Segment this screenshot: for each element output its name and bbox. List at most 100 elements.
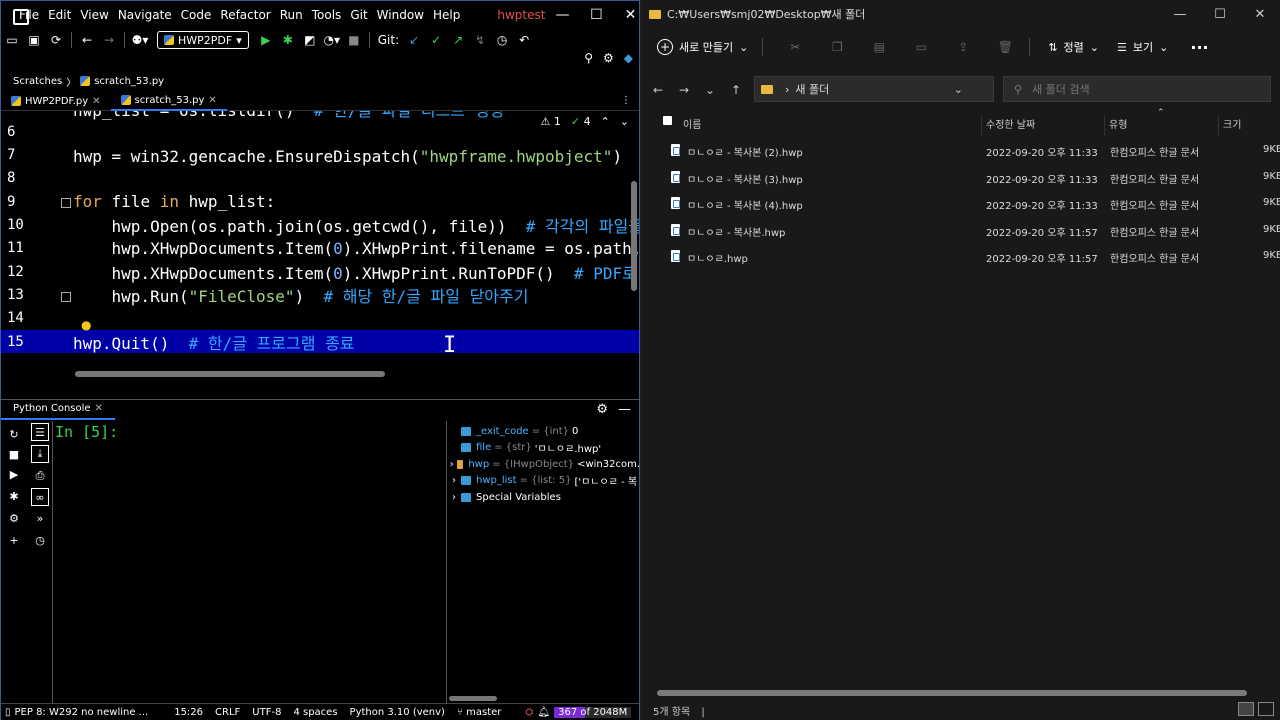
code-text[interactable]: hwp.Quit() # 한/글 프로그램 종료 [73,330,355,354]
delete-icon[interactable]: 🗑︎ [995,40,1015,54]
variable-row[interactable]: › hwp = {IHwpObject} <win32com. [447,456,640,472]
paste-icon[interactable]: ▤ [869,40,889,54]
editor-vertical-scrollbar[interactable] [631,181,637,291]
git-push-icon[interactable]: ↗ [447,31,469,49]
chevron-right-icon[interactable]: › [447,459,457,470]
console-output[interactable]: In [5]: [53,421,445,703]
menu-help[interactable]: Help [433,8,460,22]
details-view-icon[interactable] [1238,702,1254,716]
code-line[interactable]: 11 hwp.XHwpDocuments.Item(0).XHwpPrint.f… [1,237,639,260]
variable-row[interactable]: file = {str} 'ㅁㄴㅇㄹ.hwp' [447,440,640,456]
user-icon[interactable]: ⚉▾ [129,31,151,49]
debug-icon[interactable]: ✱ [5,487,23,505]
sync-icon[interactable]: ⟳ [45,31,67,49]
file-row[interactable]: ㅁㄴㅇㄹ.hwp 2022-09-20 오후 11:57 한컴오피스 한글 문서 9K… [641,243,1280,269]
menu-tools[interactable]: Tools [312,8,342,22]
view-button[interactable]: ☰ 보기 ⌄ [1117,39,1168,55]
recent-locations-icon[interactable]: ⌄ [697,83,723,97]
column-size[interactable]: 크기 [1223,116,1241,131]
chevron-right-icon[interactable]: › [447,492,461,503]
column-type[interactable]: 유형 [1109,116,1127,131]
execute-icon[interactable]: » [31,509,49,527]
status-encoding[interactable]: UTF-8 [252,707,281,718]
variables-scrollbar[interactable] [449,696,497,701]
line-number[interactable]: 6 [1,124,37,140]
column-divider[interactable] [981,116,982,136]
line-number[interactable]: 9 [1,194,37,210]
maximize-icon[interactable]: ☐ [1200,7,1240,22]
column-name[interactable]: 이름 [683,116,701,131]
code-line[interactable]: 7 hwp = win32.gencache.EnsureDispatch("hw… [1,144,639,167]
fold-marker-icon[interactable] [61,292,71,302]
editor-horizontal-scrollbar[interactable] [75,371,385,377]
select-all-checkbox[interactable] [663,116,672,125]
cut-icon[interactable]: ✂ [785,40,805,54]
gear-icon[interactable]: ⚙ [596,402,608,417]
menu-window[interactable]: Window [377,8,424,22]
line-number[interactable]: 14 [1,310,37,326]
run-icon[interactable]: ▶ [5,465,23,483]
status-inspection-icon[interactable]: ▯ [5,707,11,718]
menu-git[interactable]: Git [350,8,367,22]
rerun-icon[interactable]: ↻ [5,425,23,443]
code-line[interactable]: 8 [1,167,639,190]
lightbulb-icon[interactable]: ● [81,318,91,332]
tab-scratch-53[interactable]: scratch_53.py ✕ [110,91,227,111]
copy-icon[interactable]: ❐ [827,40,847,54]
chevron-down-icon[interactable]: ⌄ [954,83,963,96]
minimize-icon[interactable]: — [1160,7,1200,22]
variable-row[interactable]: › Special Variables [447,489,640,505]
file-row[interactable]: ㅁㄴㅇㄹ - 복사본 (2).hwp 2022-09-20 오후 11:33 한컴오… [641,137,1280,163]
open-folder-icon[interactable]: ▭ [1,31,23,49]
menu-view[interactable]: View [80,8,108,22]
menu-refactor[interactable]: Refactor [220,8,270,22]
jetbrains-icon[interactable]: ◆ [624,51,633,65]
add-icon[interactable]: + [5,531,23,549]
column-divider[interactable] [1104,116,1105,136]
address-bar[interactable]: › 새 폴더 ⌄ ↻ [754,76,1023,102]
column-divider[interactable] [1218,116,1219,136]
close-icon[interactable]: ✕ [208,95,216,106]
stop-icon[interactable]: ■ [343,31,365,49]
minimize-panel-icon[interactable]: — [618,402,631,417]
menu-navigate[interactable]: Navigate [118,8,172,22]
code-text[interactable]: hwp.Run("FileClose") # 해당 한/글 파일 닫아주기 [73,283,529,307]
file-row[interactable]: ㅁㄴㅇㄹ - 복사본.hwp 2022-09-20 오후 11:57 한컴오피스 한… [641,217,1280,243]
search-icon[interactable]: ⚲ [584,51,593,65]
code-editor[interactable]: ⚠ 1 ✓ 4 ⌃ ⌄ hwp_list = os.listdir() # 한/… [1,111,639,379]
rename-icon[interactable]: ▭ [911,40,931,54]
search-box[interactable]: ⚲ 새 폴더 검색 [1003,76,1271,102]
breadcrumb-scratches[interactable]: Scratches [13,76,62,87]
code-line[interactable]: 15 hwp.Quit() # 한/글 프로그램 종료 [1,330,639,353]
save-icon[interactable]: ▣ [23,31,45,49]
code-text[interactable]: hwp = win32.gencache.EnsureDispatch("hwp… [73,143,639,167]
git-pull-icon[interactable]: ↯ [469,31,491,49]
explorer-horizontal-scrollbar[interactable] [657,690,1247,696]
git-commit-icon[interactable]: ✓ [425,31,447,49]
code-line[interactable]: hwp_list = os.listdir() # 한/글 파일 리스트 생성 [1,111,639,120]
status-position[interactable]: 15:26 [174,707,203,718]
variable-row[interactable]: _exit_code = {int} 0 [447,423,640,439]
status-line-separator[interactable]: CRLF [215,707,240,718]
git-update-icon[interactable]: ↙ [403,31,425,49]
menu-edit[interactable]: Edit [48,8,71,22]
code-text[interactable]: hwp_list = os.listdir() # 한/글 파일 리스트 생성 [73,111,504,121]
status-interpreter[interactable]: Python 3.10 (venv) [350,707,445,718]
history-icon[interactable]: ◷ [31,531,49,549]
chevron-right-icon[interactable]: › [447,475,461,486]
column-modified[interactable]: 수정한 날짜 [986,116,1035,131]
code-text[interactable]: hwp.Open(os.path.join(os.getcwd(), file)… [73,213,639,237]
back-arrow-icon[interactable]: ← [645,83,671,97]
share-icon[interactable]: ⇪ [953,40,973,54]
more-options-icon[interactable]: ··· [1190,38,1208,57]
line-number[interactable]: 13 [1,287,37,303]
line-number[interactable]: 11 [1,240,37,256]
status-branch[interactable]: ⑂ master [457,707,513,718]
history-icon[interactable]: ◷ [491,31,513,49]
minimize-icon[interactable]: — [545,7,579,23]
menu-code[interactable]: Code [181,8,212,22]
tab-python-console[interactable]: Python Console ✕ [1,400,115,420]
more-tabs-icon[interactable]: ⋮ [621,91,639,110]
run-icon[interactable]: ▶ [255,31,277,49]
print-icon[interactable]: ⎙ [31,467,49,485]
